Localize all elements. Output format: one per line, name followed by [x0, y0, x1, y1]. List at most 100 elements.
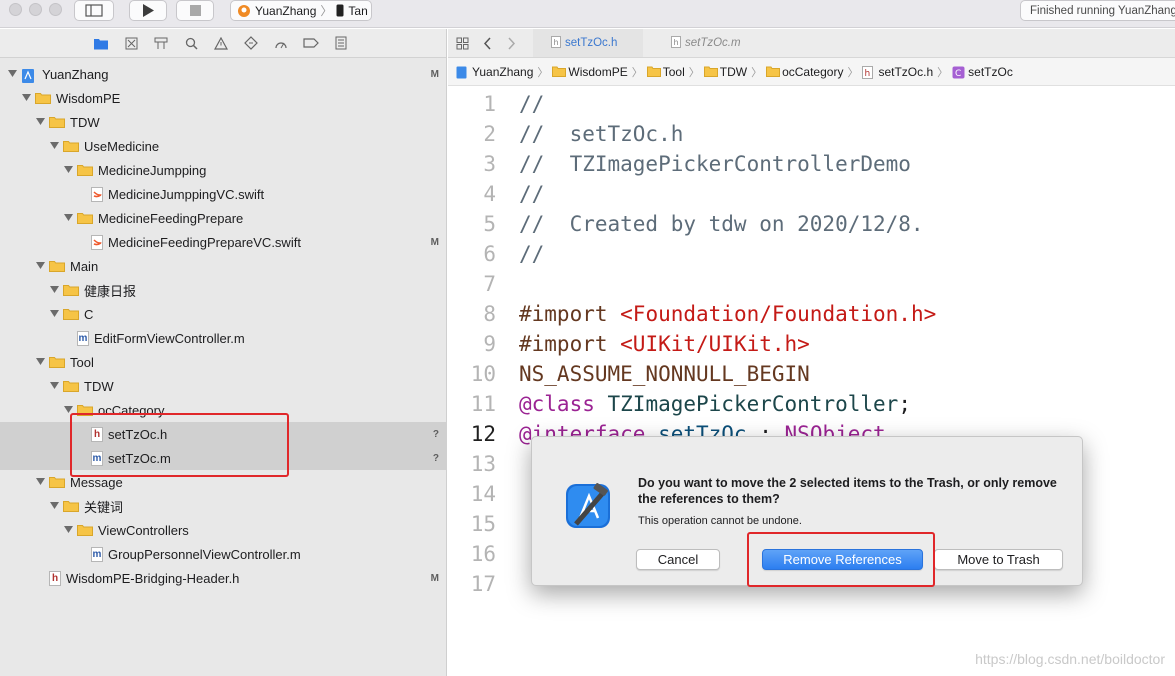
stop-button[interactable] [176, 0, 214, 21]
jump-bar-label: Tool [662, 64, 685, 79]
source-control-icon [125, 37, 137, 49]
file-tree-row[interactable]: YuanZhang M [0, 62, 447, 86]
test-navigator-tab[interactable] [243, 35, 259, 51]
code-line[interactable]: 10 NS_ASSUME_NONNULL_BEGIN [448, 359, 1175, 389]
disclosure-triangle-icon[interactable] [62, 524, 74, 536]
delete-confirmation-dialog: Do you want to move the 2 selected items… [531, 436, 1083, 586]
code-line[interactable]: 11 @class TZImagePickerController; [448, 389, 1175, 419]
debug-navigator-tab[interactable] [273, 35, 289, 51]
go-forward-button[interactable] [503, 35, 519, 51]
file-tree-row[interactable]: m setTzOc.m? [0, 446, 447, 470]
file-tree-row[interactable]: h WisdomPE-Bridging-Header.h M [0, 566, 447, 590]
disclosure-triangle-icon[interactable] [34, 356, 46, 368]
code-line[interactable]: 1 // [448, 89, 1175, 119]
go-back-button[interactable] [479, 35, 495, 51]
jump-bar-label: TDW [719, 64, 748, 79]
disclosure-triangle-icon[interactable] [48, 140, 60, 152]
related-items-button[interactable] [454, 35, 470, 51]
jump-bar-segment[interactable]: TDW [703, 64, 748, 79]
file-tree-row[interactable]: Message [0, 470, 447, 494]
jump-bar-label: setTzOc.h [878, 64, 934, 79]
file-tree-row[interactable]: MedicineJumppingVC.swift [0, 182, 447, 206]
objc-file-icon: m [91, 546, 103, 562]
disclosure-triangle-icon[interactable] [48, 308, 60, 320]
disclosure-triangle-icon[interactable] [34, 116, 46, 128]
line-number: 17 [470, 572, 496, 596]
project-navigator-tab[interactable] [93, 35, 109, 51]
minimize-window-button[interactable] [29, 3, 42, 16]
editor-tab[interactable]: h setTzOc.h [533, 29, 643, 57]
folder-icon [703, 66, 718, 77]
disclosure-triangle-icon[interactable] [20, 92, 32, 104]
disclosure-triangle-icon[interactable] [6, 68, 18, 80]
file-tree-row[interactable]: 关键词 [0, 494, 447, 518]
class-icon: C [952, 66, 965, 79]
file-tree-row[interactable]: C [0, 302, 447, 326]
svg-text:h: h [865, 69, 871, 79]
file-tree-row[interactable]: ocCategory [0, 398, 447, 422]
file-tree-row[interactable]: MedicineJumpping [0, 158, 447, 182]
file-tree-row[interactable]: WisdomPE [0, 86, 447, 110]
code-line[interactable]: 4 // [448, 179, 1175, 209]
disclosure-triangle-icon[interactable] [62, 404, 74, 416]
file-tree-row[interactable]: h setTzOc.h? [0, 422, 447, 446]
symbol-navigator-tab[interactable] [153, 35, 169, 51]
code-line[interactable]: 3 // TZImagePickerControllerDemo [448, 149, 1175, 179]
remove-references-button[interactable]: Remove References [762, 549, 923, 570]
file-tree-label: C [84, 306, 94, 322]
file-tree-row[interactable]: m GroupPersonnelViewController.m [0, 542, 447, 566]
disclosure-triangle-icon[interactable] [62, 164, 74, 176]
report-navigator-tab[interactable] [333, 35, 349, 51]
code-line[interactable]: 6 // [448, 239, 1175, 269]
code-line[interactable]: 8 #import <Foundation/Foundation.h> [448, 299, 1175, 329]
toggle-navigator-button[interactable] [74, 0, 114, 21]
file-tree-row[interactable]: MedicineFeedingPrepareVC.swift M [0, 230, 447, 254]
run-button[interactable] [129, 0, 167, 21]
code-line[interactable]: 9 #import <UIKit/UIKit.h> [448, 329, 1175, 359]
code-line[interactable]: 5 // Created by tdw on 2020/12/8. [448, 209, 1175, 239]
issue-navigator-tab[interactable] [213, 35, 229, 51]
disclosure-triangle-icon[interactable] [34, 476, 46, 488]
disclosure-triangle-icon[interactable] [48, 284, 60, 296]
scheme-selector[interactable]: YuanZhang 〉 Tan [230, 0, 372, 21]
file-tree-row[interactable]: m EditFormViewController.m [0, 326, 447, 350]
file-tree-row[interactable]: TDW [0, 110, 447, 134]
jump-bar-segment[interactable]: Tool [646, 64, 685, 79]
line-number: 2 [483, 122, 496, 146]
editor-tab[interactable]: h setTzOc.m [653, 29, 773, 57]
file-tree-row[interactable]: ViewControllers [0, 518, 447, 542]
sidebar-icon [85, 4, 103, 17]
cancel-button[interactable]: Cancel [636, 549, 720, 570]
line-number: 6 [483, 242, 496, 266]
disclosure-triangle-icon[interactable] [34, 260, 46, 272]
file-tree-row[interactable]: MedicineFeedingPrepare [0, 206, 447, 230]
app-target-icon [238, 4, 250, 17]
file-tree-row[interactable]: Tool [0, 350, 447, 374]
source-control-tab[interactable] [123, 35, 139, 51]
move-to-trash-button[interactable]: Move to Trash [934, 549, 1063, 570]
disclosure-triangle-icon[interactable] [48, 380, 60, 392]
folder-icon [49, 356, 65, 368]
jump-bar-segment[interactable]: CsetTzOc [952, 65, 1013, 79]
disclosure-triangle-icon[interactable] [62, 212, 74, 224]
jump-bar-segment[interactable]: ocCategory [766, 65, 843, 79]
jump-bar-segment[interactable]: h setTzOc.h [862, 65, 933, 79]
disclosure-triangle-icon[interactable] [48, 500, 60, 512]
file-tree-row[interactable]: TDW [0, 374, 447, 398]
code-line[interactable]: 7 [448, 269, 1175, 299]
find-navigator-tab[interactable] [183, 35, 199, 51]
zoom-window-button[interactable] [49, 3, 62, 16]
code-line[interactable]: 2 // setTzOc.h [448, 119, 1175, 149]
svg-text:h: h [674, 38, 679, 47]
file-tree-row[interactable]: Main [0, 254, 447, 278]
close-window-button[interactable] [9, 3, 22, 16]
jump-bar-label: setTzOc [968, 64, 1013, 79]
code-token: NS_ASSUME_NONNULL_BEGIN [519, 362, 810, 386]
jump-bar-segment[interactable]: WisdomPE [552, 65, 628, 79]
breakpoint-navigator-tab[interactable] [303, 35, 319, 51]
file-tree-row[interactable]: 健康日报 [0, 278, 447, 302]
file-tree-row[interactable]: UseMedicine [0, 134, 447, 158]
jump-bar-segment[interactable]: YuanZhang [456, 65, 533, 79]
